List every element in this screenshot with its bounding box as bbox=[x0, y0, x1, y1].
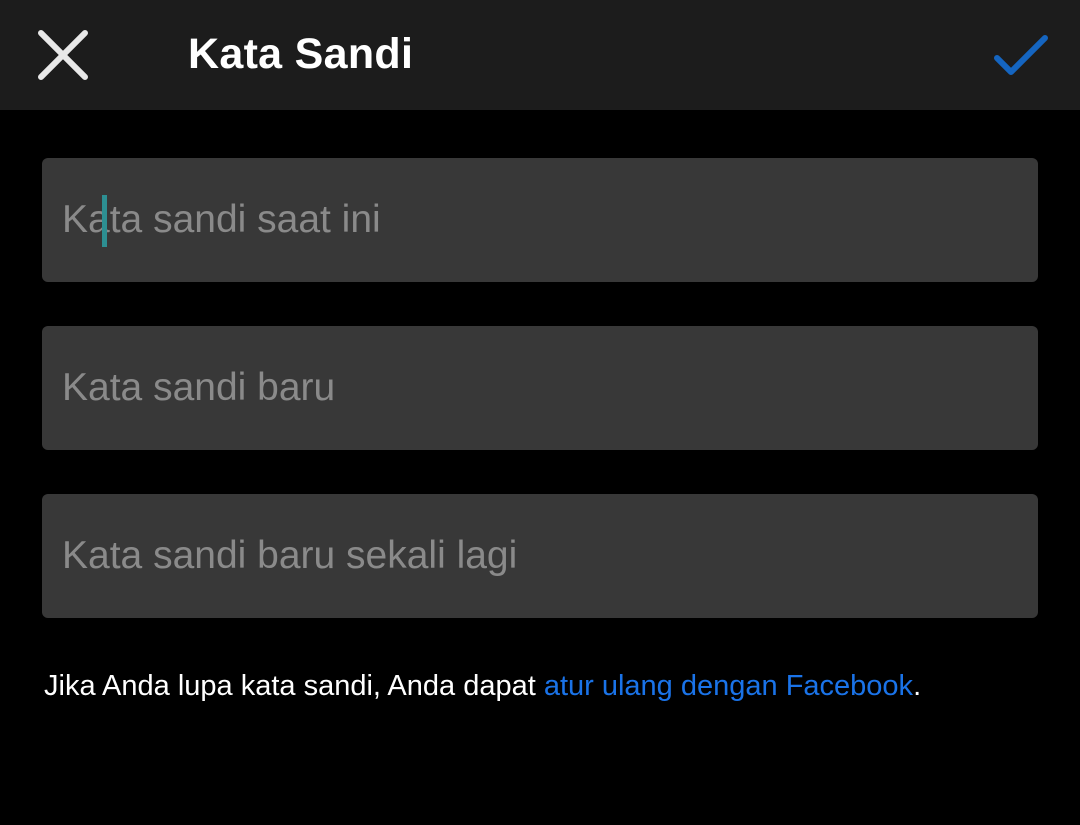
app-bar: Kata Sandi bbox=[0, 0, 1080, 110]
helper-suffix: . bbox=[913, 670, 922, 702]
new-password-input[interactable] bbox=[62, 326, 1038, 450]
confirm-password-input[interactable] bbox=[62, 494, 1038, 618]
close-icon bbox=[38, 30, 88, 80]
check-icon bbox=[994, 35, 1048, 75]
forgot-password-helper: Jika Anda lupa kata sandi, Anda dapat at… bbox=[44, 668, 921, 704]
password-screen: Kata Sandi Jika Anda lupa kata sandi, An… bbox=[0, 0, 1080, 825]
page-title: Kata Sandi bbox=[188, 30, 414, 78]
confirm-button[interactable] bbox=[982, 16, 1060, 94]
confirm-password-field[interactable] bbox=[42, 494, 1038, 618]
current-password-field[interactable] bbox=[42, 158, 1038, 282]
close-button[interactable] bbox=[24, 16, 102, 94]
current-password-input[interactable] bbox=[62, 158, 1038, 282]
text-cursor bbox=[102, 195, 107, 247]
reset-with-facebook-link[interactable]: atur ulang dengan Facebook bbox=[544, 670, 913, 702]
new-password-field[interactable] bbox=[42, 326, 1038, 450]
helper-text: Jika Anda lupa kata sandi, Anda dapat bbox=[44, 670, 544, 702]
